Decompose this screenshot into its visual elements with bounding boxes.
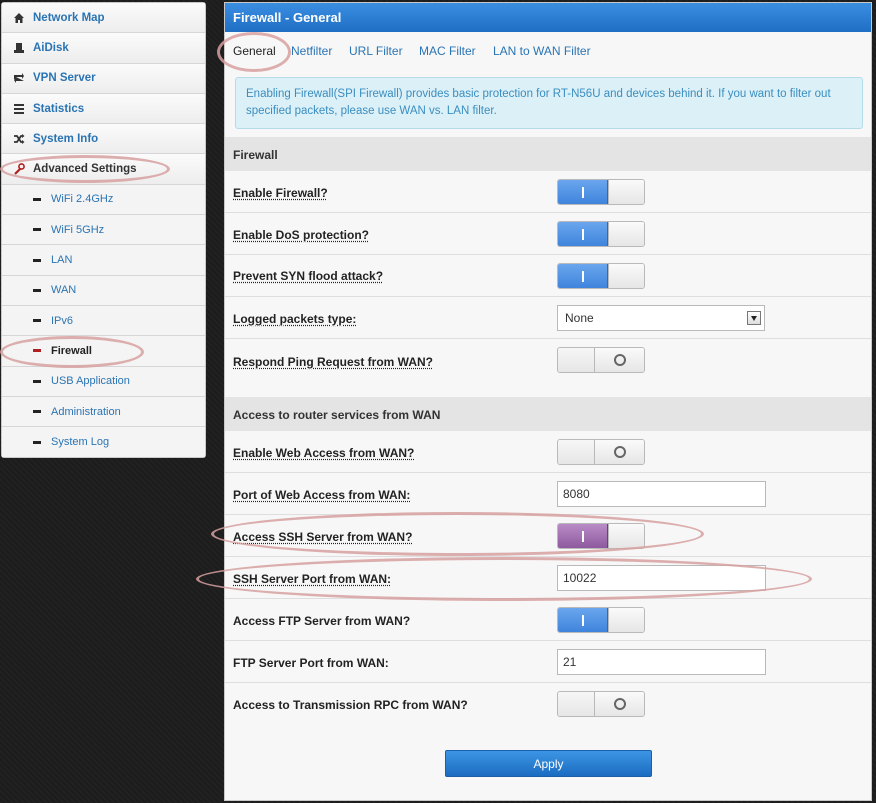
section-heading-firewall: Firewall xyxy=(225,137,871,171)
sidebar-subitem-label: System Log xyxy=(51,436,110,449)
enable-firewall-label: Enable Firewall? xyxy=(233,186,328,200)
transmission-toggle[interactable] xyxy=(557,691,645,717)
main-panel: Firewall - General General Netfilter URL… xyxy=(224,2,872,801)
dash-icon xyxy=(33,440,41,444)
web-port-input[interactable]: 8080 xyxy=(557,481,766,507)
sidebar-subitem-label: Administration xyxy=(51,405,121,418)
sidebar: Network Map AiDisk VPN Server Statistics… xyxy=(1,2,206,458)
shuffle-icon xyxy=(12,133,26,145)
web-port-label: Port of Web Access from WAN: xyxy=(233,488,411,502)
logged-packets-select[interactable]: None xyxy=(557,305,765,331)
info-box: Enabling Firewall(SPI Firewall) provides… xyxy=(235,77,863,129)
sidebar-subitem-administration[interactable]: Administration xyxy=(2,396,205,428)
row-web-access: Enable Web Access from WAN? xyxy=(225,431,871,473)
ftp-access-label: Access FTP Server from WAN? xyxy=(233,614,411,628)
sidebar-subitem-label: WAN xyxy=(51,284,77,297)
off-circle-icon xyxy=(614,698,626,710)
sidebar-subitem-wifi-24[interactable]: WiFi 2.4GHz xyxy=(2,184,205,216)
off-circle-icon xyxy=(614,446,626,458)
ftp-access-toggle[interactable] xyxy=(557,607,645,633)
sidebar-subitem-ipv6[interactable]: IPv6 xyxy=(2,305,205,337)
row-prevent-syn: Prevent SYN flood attack? xyxy=(225,255,871,297)
row-respond-ping: Respond Ping Request from WAN? xyxy=(225,339,871,399)
tab-general[interactable]: General xyxy=(233,44,276,58)
apply-button[interactable]: Apply xyxy=(445,750,652,777)
ssh-access-label: Access SSH Server from WAN? xyxy=(233,530,413,544)
enable-dos-toggle[interactable] xyxy=(557,221,645,247)
sidebar-subitem-label: WiFi 5GHz xyxy=(51,223,105,236)
sidebar-item-label: VPN Server xyxy=(33,72,96,85)
sidebar-item-statistics[interactable]: Statistics xyxy=(2,93,205,125)
sidebar-item-advanced-settings[interactable]: Advanced Settings xyxy=(2,154,205,185)
tab-netfilter[interactable]: Netfilter xyxy=(291,44,332,58)
page-title: Firewall - General xyxy=(225,3,871,32)
row-web-port: Port of Web Access from WAN: 8080 xyxy=(225,473,871,515)
section-heading-access: Access to router services from WAN xyxy=(225,397,871,431)
row-ftp-port: FTP Server Port from WAN: 21 xyxy=(225,641,871,683)
sidebar-subitem-label: Firewall xyxy=(51,344,92,357)
row-enable-dos: Enable DoS protection? xyxy=(225,213,871,255)
ssh-port-label: SSH Server Port from WAN: xyxy=(233,572,392,586)
enable-firewall-toggle[interactable] xyxy=(557,179,645,205)
sidebar-subitem-wifi-5[interactable]: WiFi 5GHz xyxy=(2,215,205,246)
dash-icon xyxy=(33,349,41,353)
sidebar-subitem-system-log[interactable]: System Log xyxy=(2,427,205,458)
dash-icon xyxy=(33,228,41,232)
respond-ping-toggle[interactable] xyxy=(557,347,645,373)
tab-mac-filter[interactable]: MAC Filter xyxy=(419,44,476,58)
sidebar-item-aidisk[interactable]: AiDisk xyxy=(2,33,205,64)
ssh-port-input[interactable]: 10022 xyxy=(557,565,766,591)
sidebar-subitem-lan[interactable]: LAN xyxy=(2,245,205,276)
ssh-access-toggle[interactable] xyxy=(557,523,645,549)
dash-icon xyxy=(33,258,41,262)
sidebar-subitem-wan[interactable]: WAN xyxy=(2,275,205,306)
web-access-toggle[interactable] xyxy=(557,439,645,465)
sidebar-subitem-firewall[interactable]: Firewall xyxy=(2,336,205,367)
row-transmission: Access to Transmission RPC from WAN? xyxy=(225,683,871,725)
logged-packets-label: Logged packets type: xyxy=(233,312,357,326)
dash-icon xyxy=(33,410,41,413)
sidebar-subitem-label: WiFi 2.4GHz xyxy=(51,193,114,206)
row-enable-firewall: Enable Firewall? xyxy=(225,171,871,213)
row-ftp-access: Access FTP Server from WAN? xyxy=(225,599,871,641)
list-icon xyxy=(12,103,26,115)
web-access-label: Enable Web Access from WAN? xyxy=(233,446,415,460)
ftp-port-input[interactable]: 21 xyxy=(557,649,766,675)
row-ssh-access: Access SSH Server from WAN? xyxy=(225,515,871,557)
prevent-syn-label: Prevent SYN flood attack? xyxy=(233,269,384,283)
vpn-icon xyxy=(12,72,26,84)
sidebar-item-label: System Info xyxy=(33,132,99,145)
sidebar-subitem-label: USB Application xyxy=(51,375,130,388)
respond-ping-label: Respond Ping Request from WAN? xyxy=(233,355,434,369)
off-circle-icon xyxy=(614,354,626,366)
sidebar-subitem-label: LAN xyxy=(51,254,73,267)
chevron-down-icon xyxy=(747,311,761,325)
dash-icon xyxy=(33,197,41,201)
dash-icon xyxy=(33,288,41,292)
tab-bar: General Netfilter URL Filter MAC Filter … xyxy=(225,32,871,68)
tab-lan-to-wan-filter[interactable]: LAN to WAN Filter xyxy=(493,44,591,58)
enable-dos-label: Enable DoS protection? xyxy=(233,228,370,242)
dash-icon xyxy=(33,379,41,383)
sidebar-subitem-usb-application[interactable]: USB Application xyxy=(2,366,205,397)
tab-url-filter[interactable]: URL Filter xyxy=(349,44,403,58)
prevent-syn-toggle[interactable] xyxy=(557,263,645,289)
wrench-icon xyxy=(12,163,26,175)
sidebar-item-label: Network Map xyxy=(33,11,105,24)
logged-packets-value: None xyxy=(565,311,594,325)
sidebar-item-network-map[interactable]: Network Map xyxy=(2,3,205,34)
sidebar-item-label: Advanced Settings xyxy=(33,163,137,176)
row-ssh-port: SSH Server Port from WAN: 10022 xyxy=(225,557,871,599)
sidebar-item-vpn-server[interactable]: VPN Server xyxy=(2,63,205,94)
sidebar-item-system-info[interactable]: System Info xyxy=(2,124,205,155)
drive-icon xyxy=(12,42,26,54)
row-logged-packets: Logged packets type: None xyxy=(225,297,871,339)
dash-icon xyxy=(33,319,41,323)
transmission-label: Access to Transmission RPC from WAN? xyxy=(233,698,468,712)
sidebar-subitem-label: IPv6 xyxy=(51,314,74,327)
sidebar-item-label: AiDisk xyxy=(33,41,69,54)
sidebar-item-label: Statistics xyxy=(33,102,85,115)
ftp-port-label: FTP Server Port from WAN: xyxy=(233,656,389,670)
home-icon xyxy=(12,12,26,24)
